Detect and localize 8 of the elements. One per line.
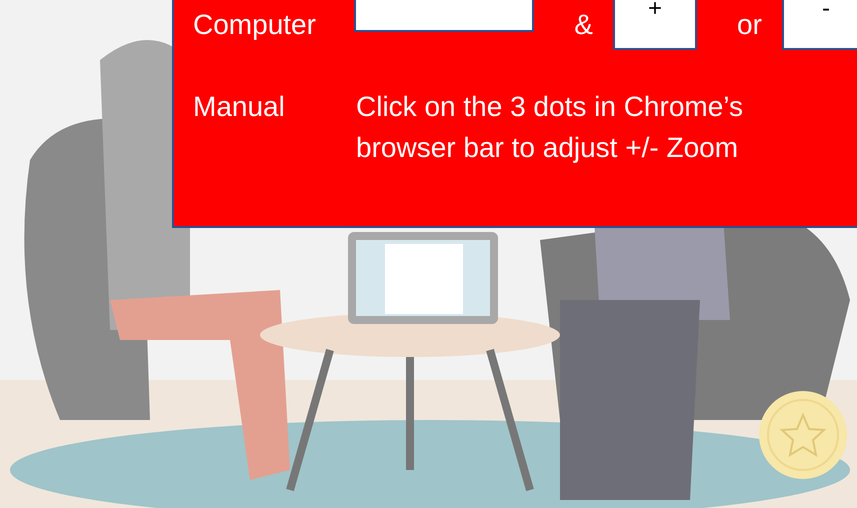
row-label: Manual bbox=[192, 90, 286, 124]
key-box: + bbox=[612, 0, 698, 50]
instruction-text: Click on the 3 dots in Chrome’s browser bar to adjust +/- Zoom bbox=[356, 90, 743, 165]
connector-text: or bbox=[737, 8, 762, 42]
star-coin-icon bbox=[758, 390, 848, 480]
key-box: - bbox=[782, 0, 857, 50]
row-label: Computer bbox=[192, 8, 317, 42]
connector-text: & bbox=[574, 8, 593, 42]
